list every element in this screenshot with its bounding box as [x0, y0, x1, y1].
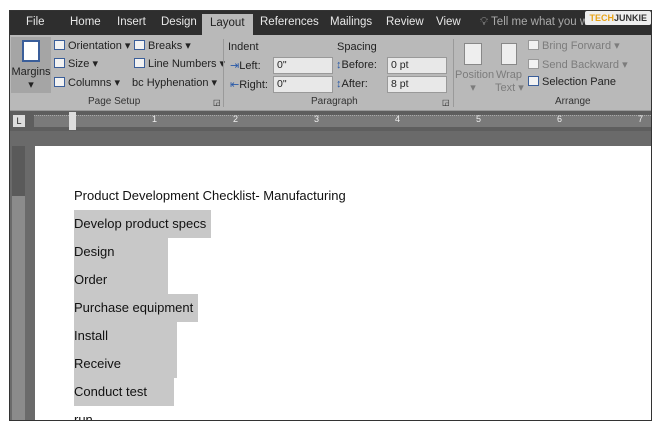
size-icon	[54, 58, 65, 68]
selection-pane-icon	[528, 76, 539, 86]
ruler-mark: 3	[314, 114, 320, 124]
paragraph-launcher[interactable]: ◲	[442, 98, 450, 107]
ribbon-tabs: File Home Insert Design Layout Reference…	[10, 11, 651, 36]
tab-mailings[interactable]: Mailings	[330, 16, 372, 28]
ruler-mark: 6	[557, 114, 563, 124]
send-backward-icon	[528, 59, 539, 69]
spacing-before-label: ↕Before:	[336, 59, 377, 71]
page-setup-group-label: Page Setup	[88, 96, 141, 107]
ruler-mark: 4	[395, 114, 401, 124]
line-numbers-button[interactable]: Line Numbers ▾	[134, 57, 225, 70]
line-numbers-icon	[134, 58, 145, 68]
document-page[interactable]: Product Development Checklist- Manufactu…	[35, 146, 651, 420]
tab-home[interactable]: Home	[70, 16, 101, 28]
indent-left-icon: ⇥	[230, 60, 240, 72]
spacing-after-label: ↕After:	[336, 78, 368, 90]
tab-insert[interactable]: Insert	[117, 16, 146, 28]
ruler-mark: 5	[476, 114, 482, 124]
indent-right-input[interactable]: 0"	[273, 76, 333, 93]
columns-icon	[54, 77, 65, 87]
position-icon	[464, 43, 482, 65]
list-item[interactable]: Install equipment	[74, 322, 177, 371]
size-button[interactable]: Size ▾	[54, 57, 98, 70]
lightbulb-icon: 💡︎	[480, 16, 492, 28]
indent-label: Indent	[228, 41, 259, 53]
arrange-group-label: Arrange	[555, 96, 591, 107]
indent-right-icon: ⇤	[230, 79, 240, 91]
margins-button[interactable]: Margins ▾	[11, 37, 51, 93]
list-item[interactable]: Design process	[74, 238, 168, 287]
tab-references[interactable]: References	[260, 16, 319, 28]
orientation-button[interactable]: Orientation ▾	[54, 39, 130, 52]
ruler-mark: 1	[152, 114, 158, 124]
page-setup-launcher[interactable]: ◲	[213, 98, 221, 107]
vertical-ruler[interactable]	[12, 146, 25, 420]
list-item[interactable]: Develop product specs	[74, 210, 212, 238]
tab-view[interactable]: View	[436, 16, 461, 28]
ruler-mark: 2	[233, 114, 239, 124]
wrap-text-button[interactable]: Wrap Text ▾	[495, 43, 524, 94]
bring-forward-button[interactable]: Bring Forward ▾	[528, 39, 620, 52]
spacing-after-input[interactable]: 8 pt	[387, 76, 447, 93]
tab-layout[interactable]: Layout	[202, 14, 253, 36]
list-item[interactable]: Conduct test run	[74, 378, 174, 420]
spacing-before-input[interactable]: 0 pt	[387, 57, 447, 74]
tab-selector[interactable]: L	[13, 115, 25, 127]
breaks-icon	[134, 40, 145, 50]
ribbon: Margins ▾ Orientation ▾ Size ▾ Columns ▾ …	[10, 35, 651, 111]
divider	[453, 39, 454, 107]
selection-pane-button[interactable]: Selection Pane	[528, 76, 616, 88]
send-backward-button[interactable]: Send Backward ▾	[528, 58, 628, 71]
techjunkie-logo: TECHJUNKIE	[585, 11, 651, 25]
tab-file[interactable]: File	[26, 16, 45, 28]
document-title[interactable]: Product Development Checklist- Manufactu…	[74, 182, 351, 210]
list-item[interactable]: Purchase equipment	[74, 294, 199, 322]
tab-design[interactable]: Design	[161, 16, 197, 28]
wrap-text-icon	[501, 43, 517, 65]
indent-marker[interactable]	[69, 112, 76, 130]
list-item[interactable]: Order materials	[74, 266, 168, 315]
position-button[interactable]: Position ▾	[455, 43, 494, 94]
hyphenation-icon: bc	[132, 77, 147, 89]
tab-review[interactable]: Review	[386, 16, 424, 28]
indent-left-label: ⇥Left:	[230, 60, 261, 72]
margins-icon	[22, 40, 40, 62]
list-item[interactable]: Receive materials	[74, 350, 177, 399]
ruler-mark: 7	[638, 114, 644, 124]
divider	[223, 39, 224, 107]
word-window: File Home Insert Design Layout Reference…	[9, 10, 652, 421]
indent-right-label: ⇤Right:	[230, 79, 268, 91]
breaks-button[interactable]: Breaks ▾	[134, 39, 191, 52]
columns-button[interactable]: Columns ▾	[54, 76, 120, 89]
paragraph-group-label: Paragraph	[311, 96, 358, 107]
bring-forward-icon	[528, 40, 539, 50]
horizontal-ruler[interactable]: L 1 2 3 4 5 6 7	[10, 111, 651, 131]
spacing-label: Spacing	[337, 41, 377, 53]
indent-left-input[interactable]: 0"	[273, 57, 333, 74]
hyphenation-button[interactable]: bc Hyphenation ▾	[132, 76, 217, 89]
orientation-icon	[54, 40, 65, 50]
